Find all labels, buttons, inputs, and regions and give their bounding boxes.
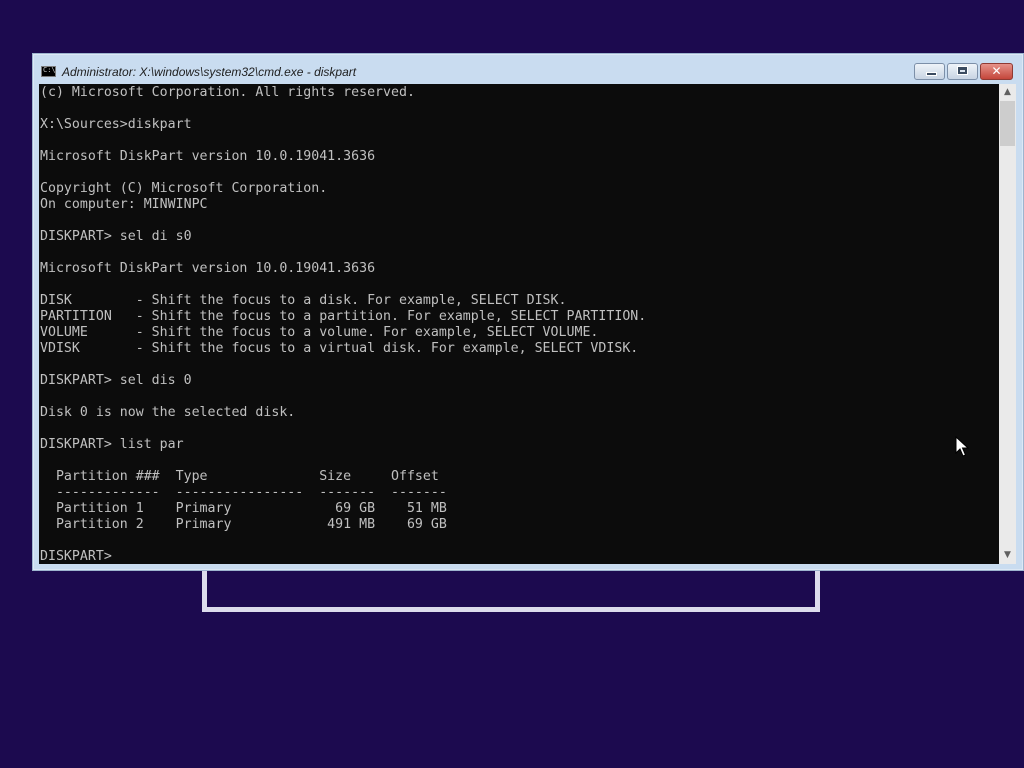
console-line: Partition 1 Primary 69 GB 51 MB	[40, 501, 447, 516]
vertical-scrollbar[interactable]: ▲ ▼	[999, 84, 1016, 564]
windows-setup-dialog	[202, 566, 820, 612]
minimize-button[interactable]	[914, 63, 945, 80]
scroll-thumb[interactable]	[1000, 101, 1015, 146]
console-line: Microsoft DiskPart version 10.0.19041.36…	[40, 149, 376, 164]
close-button[interactable]: ✕	[980, 63, 1013, 80]
cmd-icon-glyph: C:\	[43, 66, 56, 74]
cmd-window: C:\ Administrator: X:\windows\system32\c…	[32, 53, 1024, 571]
console-line: On computer: MINWINPC	[40, 197, 208, 212]
console-line: Partition ### Type Size Offset	[40, 469, 439, 484]
console-line: Copyright (C) Microsoft Corporation.	[40, 181, 328, 196]
scroll-up-arrow-icon[interactable]: ▲	[999, 84, 1016, 101]
console-line: (c) Microsoft Corporation. All rights re…	[40, 85, 415, 100]
console-line: PARTITION - Shift the focus to a partiti…	[40, 309, 647, 324]
maximize-button[interactable]	[947, 63, 978, 80]
console-line: DISK - Shift the focus to a disk. For ex…	[40, 293, 567, 308]
scroll-down-arrow-icon[interactable]: ▼	[999, 547, 1016, 564]
title-bar[interactable]: C:\ Administrator: X:\windows\system32\c…	[33, 54, 1023, 84]
maximize-icon	[958, 67, 967, 74]
minimize-icon	[926, 72, 937, 76]
console-line: Disk 0 is now the selected disk.	[40, 405, 296, 420]
console-line: DISKPART> sel dis 0	[40, 373, 192, 388]
console-line: DISKPART> sel di s0	[40, 229, 192, 244]
console-output[interactable]: (c) Microsoft Corporation. All rights re…	[39, 84, 999, 564]
mouse-pointer-icon	[955, 436, 969, 457]
console-line: X:\Sources>diskpart	[40, 117, 192, 132]
console-line: VOLUME - Shift the focus to a volume. Fo…	[40, 325, 599, 340]
close-icon: ✕	[991, 64, 1002, 78]
console-line: ------------- ---------------- ------- -…	[40, 485, 447, 500]
console-line: DISKPART>	[40, 549, 120, 564]
cmd-icon[interactable]: C:\	[41, 66, 56, 77]
window-title: Administrator: X:\windows\system32\cmd.e…	[62, 65, 357, 79]
console-line: Partition 2 Primary 491 MB 69 GB	[40, 517, 447, 532]
console-text: (c) Microsoft Corporation. All rights re…	[40, 85, 646, 564]
console-line: VDISK - Shift the focus to a virtual dis…	[40, 341, 639, 356]
console-line: Microsoft DiskPart version 10.0.19041.36…	[40, 261, 376, 276]
console-line: DISKPART> list par	[40, 437, 184, 452]
